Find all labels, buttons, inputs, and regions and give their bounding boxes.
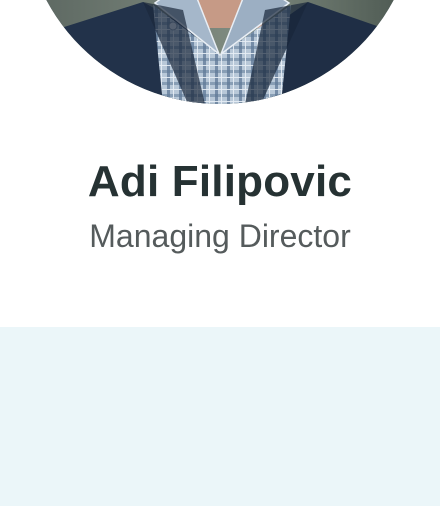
profile-photo: [23, 0, 417, 104]
portrait-image: [23, 0, 417, 104]
member-title: Managing Director: [89, 218, 351, 254]
section-background-band: [0, 327, 440, 506]
member-name: Adi Filipovic: [87, 157, 353, 207]
team-member-card: Adi Filipovic Managing Director: [0, 0, 440, 327]
